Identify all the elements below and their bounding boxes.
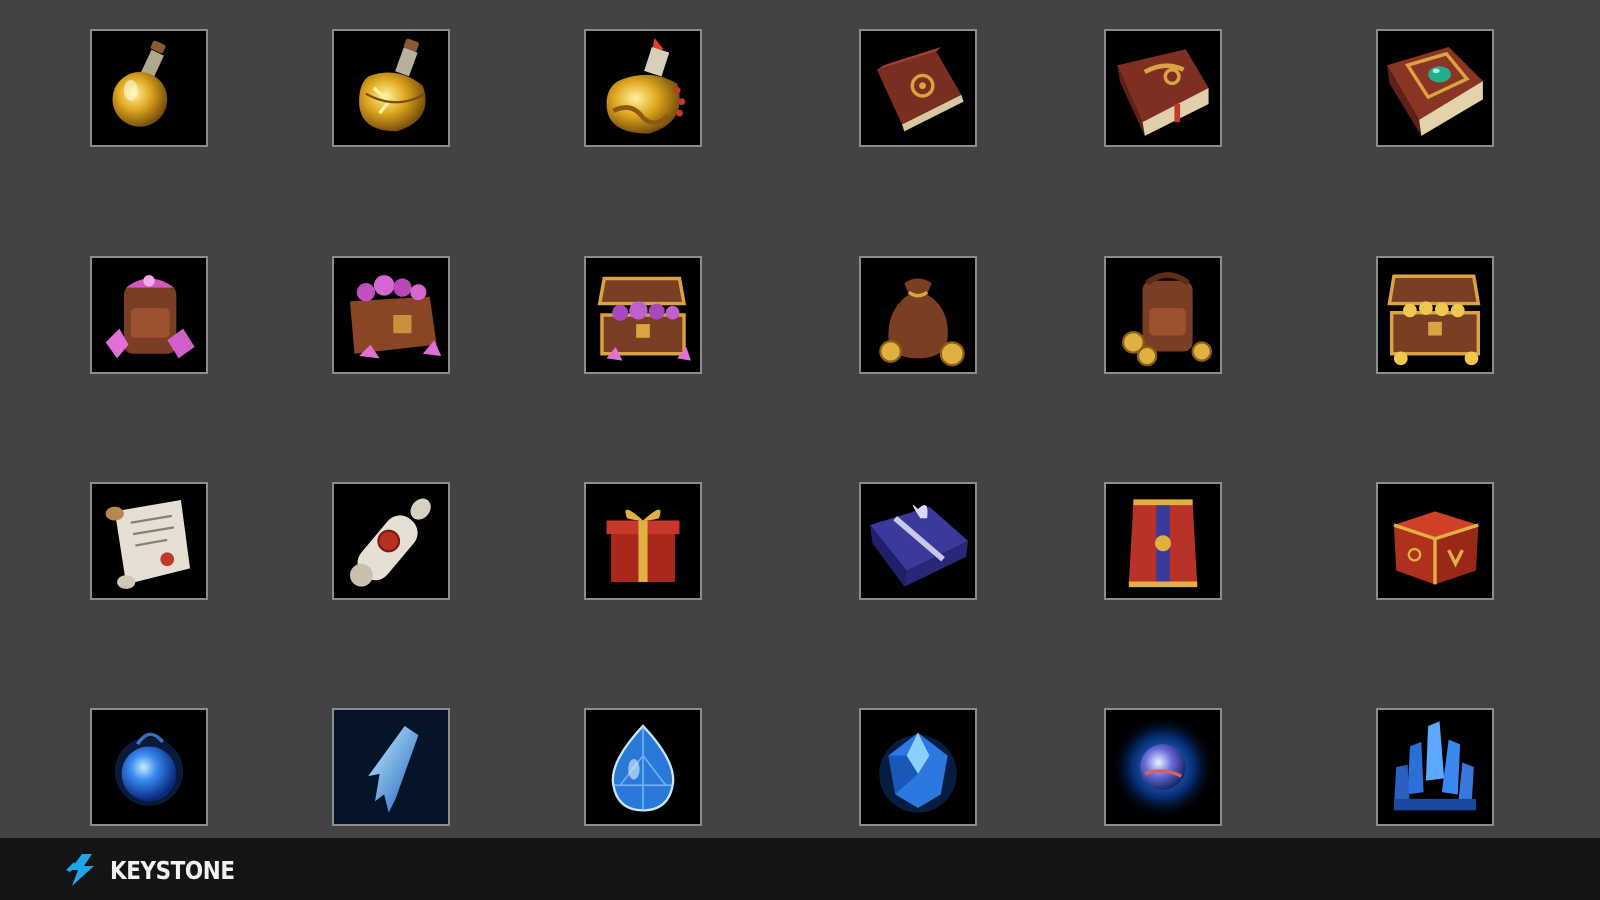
- red-gift-box-icon: [606, 509, 680, 583]
- gem-chest-icon: [597, 276, 691, 361]
- item-tile[interactable]: [332, 29, 450, 147]
- item-tile[interactable]: [1104, 29, 1222, 147]
- item-tile[interactable]: [584, 256, 702, 374]
- item-tile[interactable]: [1104, 708, 1222, 826]
- item-icon-grid: [0, 0, 1600, 838]
- item-tile[interactable]: [1376, 256, 1494, 374]
- item-tile[interactable]: [90, 256, 208, 374]
- sealed-scroll-icon: [349, 498, 431, 587]
- blue-crystal-gem-icon: [879, 732, 957, 813]
- large-gold-potion-icon: [606, 37, 686, 134]
- footer-bar: KEYSTONE: [0, 838, 1600, 900]
- medium-gold-potion-icon: [359, 38, 426, 132]
- item-tile[interactable]: [859, 29, 977, 147]
- item-tile[interactable]: [859, 708, 977, 826]
- gem-satchel-icon: [349, 275, 442, 359]
- small-red-tome-icon: [876, 46, 964, 132]
- item-tile[interactable]: [90, 29, 208, 147]
- item-tile[interactable]: [332, 708, 450, 826]
- keystone-logo-icon: [66, 854, 94, 886]
- coin-pouch-icon: [879, 278, 965, 367]
- crystal-cluster-icon: [1393, 721, 1477, 811]
- item-tile[interactable]: [1376, 29, 1494, 147]
- blue-orb-icon: [114, 732, 184, 806]
- item-tile[interactable]: [90, 708, 208, 826]
- item-tile[interactable]: [859, 256, 977, 374]
- coin-chest-icon: [1387, 274, 1481, 366]
- glowing-planet-orb-icon: [1110, 714, 1216, 820]
- item-tile[interactable]: [584, 29, 702, 147]
- blue-teardrop-gem-icon: [611, 724, 675, 812]
- large-jeweled-tome-icon: [1387, 46, 1483, 136]
- tall-red-crate-icon: [1128, 499, 1198, 588]
- item-tile[interactable]: [1376, 708, 1494, 826]
- item-tile[interactable]: [332, 256, 450, 374]
- item-tile[interactable]: [859, 482, 977, 600]
- item-tile[interactable]: [584, 708, 702, 826]
- item-tile[interactable]: [332, 482, 450, 600]
- red-gold-crate-icon: [1393, 511, 1479, 585]
- item-tile[interactable]: [584, 482, 702, 600]
- open-scroll-icon: [105, 499, 191, 589]
- item-tile[interactable]: [90, 482, 208, 600]
- item-tile[interactable]: [1104, 256, 1222, 374]
- coin-backpack-icon: [1121, 272, 1213, 367]
- blue-gift-box-icon: [870, 505, 969, 587]
- brand-name: KEYSTONE: [110, 855, 235, 885]
- brand-logo[interactable]: KEYSTONE: [64, 852, 255, 888]
- small-gold-potion-icon: [112, 40, 168, 127]
- medium-red-tome-icon: [1117, 49, 1209, 136]
- item-tile[interactable]: [1104, 482, 1222, 600]
- item-tile[interactable]: [1376, 482, 1494, 600]
- gem-backpack-icon: [105, 275, 195, 359]
- ice-shard-icon: [334, 710, 448, 824]
